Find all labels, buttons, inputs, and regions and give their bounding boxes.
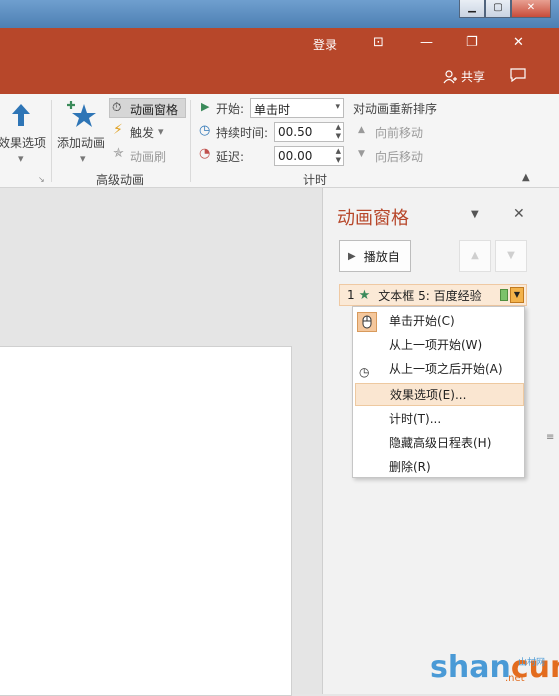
delay-clock-icon: ◔ [199,146,211,161]
add-animation-star-icon [67,101,96,127]
watermark-net: .net [505,673,525,684]
menu-item-label: 隐藏高级日程表(H) [389,436,492,450]
animation-pane-icon: ⏱ [112,100,122,114]
up-arrow-icon: ▲ [471,250,479,261]
login-link[interactable]: 登录 [313,36,337,53]
move-earlier-icon: ▲ [358,125,365,135]
app-title-bar: 登录 ⊡ — ❐ ✕ [0,28,559,60]
item-dropdown-icon[interactable]: ▼ [510,287,524,303]
menu-item-effect-options[interactable]: 效果选项(E)... [355,383,524,406]
os-window-bar: ▁ ▢ ✕ [0,0,559,28]
menu-item-label: 删除(R) [389,460,431,474]
move-earlier-button[interactable]: 向前移动 [375,124,423,141]
menu-item-with-previous[interactable]: 从上一项开始(W) [355,334,524,357]
effect-options-button[interactable]: 效果选项 [0,134,46,151]
ribbon-tabs-bar: 共享 [0,60,559,94]
menu-item-remove[interactable]: 删除(R) [355,456,524,479]
close-app-icon[interactable]: ✕ [513,35,524,50]
pane-title: 动画窗格 [337,208,409,229]
minimize-button[interactable]: ▁ [459,0,485,18]
down-arrow-icon: ▼ [507,250,515,261]
maximize-button[interactable]: ▢ [485,0,511,18]
share-label: 共享 [461,70,486,84]
restore-app-icon[interactable]: ❐ [466,35,478,50]
timing-group-label: 计时 [303,173,328,187]
play-icon: ▶ [348,250,356,262]
chevron-down-icon[interactable]: ▾ [335,102,340,112]
scrollbar-grip-icon[interactable]: ≡ [546,432,554,443]
duration-value: 00.50 [278,125,313,139]
slide-canvas-area [0,188,322,696]
dialog-launcher-icon[interactable]: ↘ [38,175,45,184]
animation-number: 1 [347,288,355,302]
animation-painter-icon: ✯ [113,146,124,161]
reorder-animation-title: 对动画重新排序 [353,102,438,116]
move-down-button[interactable]: ▼ [495,240,527,272]
menu-item-hide-advanced-timeline[interactable]: 隐藏高级日程表(H) [355,432,524,455]
group-separator [51,100,52,182]
pane-close-icon[interactable]: ✕ [513,206,525,222]
trigger-dropdown-icon[interactable]: ▾ [158,125,164,138]
animation-context-menu: 单击开始(C) 从上一项开始(W) ◷ 从上一项之后开始(A) 效果选项(E).… [352,306,525,478]
watermark-shan: shan [430,650,511,685]
menu-item-label: 从上一项之后开始(A) [389,362,503,376]
animation-list-item[interactable]: 1 ★ 文本框 5: 百度经验 ▼ [339,284,527,306]
slide[interactable] [0,346,292,696]
menu-item-start-on-click[interactable]: 单击开始(C) [355,310,524,333]
animation-pane-button[interactable]: ⏱ 动画窗格 [109,98,186,118]
close-button[interactable]: ✕ [511,0,551,18]
delay-stepper[interactable]: 00.00 ▲ ▼ [274,146,344,166]
stepper-down-icon[interactable]: ▼ [336,156,341,164]
watermark-cn: 山村网 [518,658,546,668]
start-label: 开始: [216,102,245,116]
window-controls: ▁ ▢ ✕ [459,0,551,18]
group-separator [190,100,191,182]
trigger-lightning-icon: ⚡ [113,122,123,138]
advanced-animation-group-label: 高级动画 [96,173,145,187]
minimize-app-icon[interactable]: — [420,35,433,50]
move-later-icon: ▼ [358,149,365,159]
duration-clock-icon: ◷ [199,123,211,138]
clock-icon: ◷ [359,365,370,379]
effect-options-dropdown-icon[interactable]: ▾ [18,152,24,165]
stepper-up-icon[interactable]: ▲ [336,147,341,155]
menu-item-label: 从上一项开始(W) [389,338,483,352]
animation-item-label: 文本框 5: 百度经验 [378,288,482,303]
up-arrow-icon [12,104,30,126]
delay-label: 延迟: [216,150,245,164]
ribbon: 效果选项 ▾ ↘ 添加动画 ▾ ⏱ 动画窗格 ⚡ 触发 ▾ ✯ 动画刷 高级动画… [0,94,559,188]
add-animation-dropdown-icon[interactable]: ▾ [80,152,86,165]
timeline-bar[interactable] [500,289,508,301]
green-star-icon: ★ [358,287,371,303]
mouse-icon [357,312,377,332]
duration-label: 持续时间: [216,126,269,140]
menu-item-label: 计时(T)... [389,412,442,426]
ribbon-display-options-icon[interactable]: ⊡ [373,35,384,50]
collapse-ribbon-icon[interactable]: ▲ [522,172,530,183]
share-button[interactable]: 共享 [443,68,485,85]
move-up-button[interactable]: ▲ [459,240,491,272]
move-later-button[interactable]: 向后移动 [375,148,423,165]
start-select-value: 单击时 [254,103,291,117]
menu-item-timing[interactable]: 计时(T)... [355,408,524,431]
animation-painter-button[interactable]: 动画刷 [130,148,166,165]
pane-options-dropdown-icon[interactable]: ▼ [471,209,479,220]
duration-stepper[interactable]: 00.50 ▲ ▼ [274,122,344,142]
comment-icon[interactable] [510,68,526,82]
menu-item-label: 单击开始(C) [389,314,455,328]
stepper-down-icon[interactable]: ▼ [336,132,341,140]
menu-item-label: 效果选项(E)... [390,388,467,402]
add-animation-button[interactable]: 添加动画 [57,134,105,151]
start-play-icon: ▶ [201,100,210,113]
delay-value: 00.00 [278,149,313,163]
menu-item-after-previous[interactable]: ◷ 从上一项之后开始(A) [355,358,524,381]
play-from-button[interactable]: ▶ 播放自 [339,240,411,272]
stepper-up-icon[interactable]: ▲ [336,123,341,131]
play-from-label: 播放自 [363,249,400,264]
person-icon [443,69,457,83]
trigger-button[interactable]: 触发 [130,124,154,141]
animation-pane-label: 动画窗格 [130,103,179,117]
start-select[interactable]: 单击时 ▾ [250,98,344,118]
